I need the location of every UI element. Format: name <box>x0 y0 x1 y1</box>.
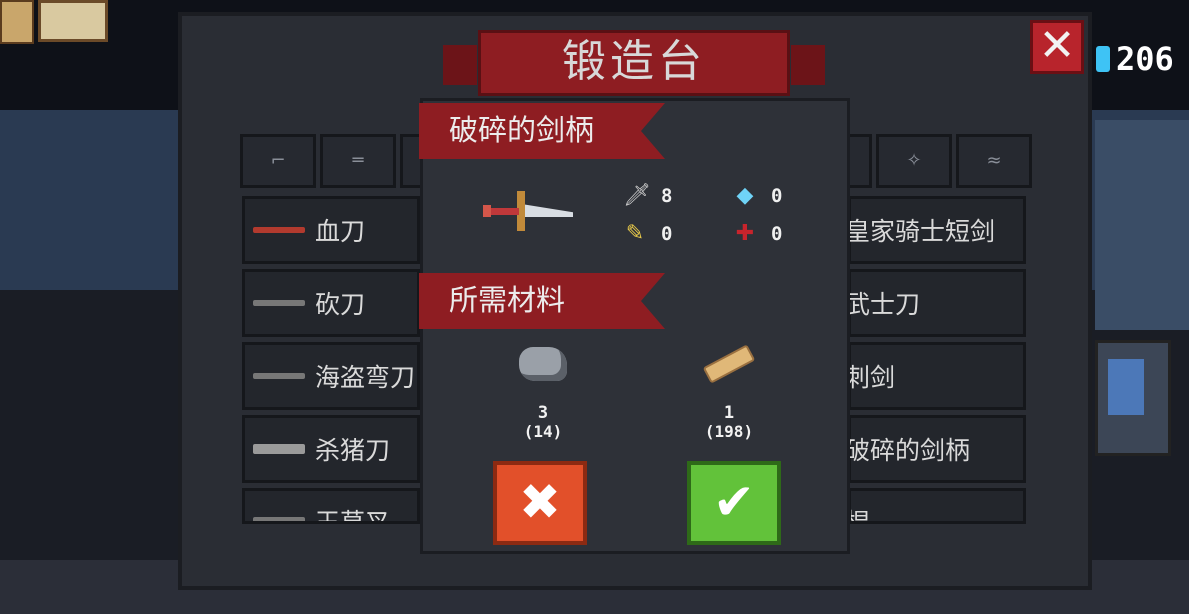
list-item[interactable]: 武士刀 <box>845 269 1026 337</box>
weapon-label: 皇家骑士短剑 <box>845 217 996 246</box>
machine-screen <box>1108 359 1144 415</box>
crit-value: 0 <box>661 223 673 245</box>
forge-detail-popup: 破碎的剑柄 🗡 8 ◆ 0 ✎ 0 ✚ 0 所需材料 3 (14) 1 (198… <box>419 98 850 554</box>
material-owned: (198) <box>704 422 754 441</box>
pitchfork-icon <box>253 517 305 521</box>
weapon-label: 刺剑 <box>845 363 896 392</box>
close-button[interactable]: ✕ <box>1030 20 1084 74</box>
cancel-button[interactable]: ✖ <box>493 461 587 545</box>
tab-shuriken-icon[interactable]: ✧ <box>876 134 952 188</box>
gem-icon <box>1096 46 1110 72</box>
broken-sword-hilt-icon <box>483 191 575 231</box>
materials-ribbon: 所需材料 <box>419 273 665 329</box>
damage-stat: 🗡 8 <box>623 183 672 209</box>
weapon-label: 棍 <box>851 503 870 521</box>
list-item[interactable]: 皇家骑士短剑 <box>845 196 1026 264</box>
weapon-label: 砍刀 <box>315 290 366 319</box>
weapon-label: 破碎的剑柄 <box>845 436 971 465</box>
wall-painting <box>38 0 108 42</box>
list-item[interactable]: 破碎的剑柄 <box>845 415 1026 483</box>
currency-amount: 206 <box>1116 40 1174 78</box>
blood-blade-icon <box>253 227 305 233</box>
sword-pommel <box>483 205 491 217</box>
tab-pistol-icon[interactable]: ⌐ <box>240 134 316 188</box>
sword-hilt <box>487 208 519 215</box>
weapon-label: 杀猪刀 <box>315 436 391 465</box>
crit-icon: ✎ <box>625 221 645 246</box>
weapon-list-right: 皇家骑士短剑 武士刀 刺剑 破碎的剑柄 棍 <box>845 196 1026 529</box>
wood-log-icon <box>702 344 756 384</box>
weapon-label: 王草叉 <box>315 508 391 524</box>
list-item[interactable]: 王草叉 <box>242 488 420 524</box>
weapon-list-left: 血刀 砍刀 海盗弯刀 杀猪刀 王草叉 <box>242 196 420 529</box>
weapon-label: 血刀 <box>315 217 366 246</box>
iron-ore-icon <box>519 347 567 381</box>
energy-crystal-icon: ◆ <box>736 183 754 208</box>
material-wood: 1 (198) <box>689 344 769 441</box>
accuracy-value: 0 <box>771 223 783 245</box>
material-owned: (14) <box>523 422 563 441</box>
material-iron-ore: 3 (14) <box>503 347 583 441</box>
background-pillar <box>1095 120 1189 330</box>
cutlass-icon <box>253 373 305 379</box>
accuracy-stat: ✚ 0 <box>733 221 783 247</box>
weapon-label: 武士刀 <box>845 290 921 319</box>
sword-blade <box>523 204 573 217</box>
list-item[interactable]: 砍刀 <box>242 269 420 337</box>
damage-value: 8 <box>661 185 673 207</box>
item-name-ribbon: 破碎的剑柄 <box>419 103 665 159</box>
tab-fish-weapon-icon[interactable]: ≈ <box>956 134 1032 188</box>
accuracy-cross-icon: ✚ <box>735 221 755 246</box>
sword-damage-icon: 🗡 <box>623 183 651 208</box>
crit-stat: ✎ 0 <box>623 221 673 247</box>
tab-rifle-icon[interactable]: ═ <box>320 134 396 188</box>
energy-stat: ◆ 0 <box>733 183 783 209</box>
list-item[interactable]: 刺剑 <box>845 342 1026 410</box>
confirm-button[interactable]: ✔ <box>687 461 781 545</box>
list-item[interactable]: 杀猪刀 <box>242 415 420 483</box>
background-machine <box>1095 340 1171 456</box>
energy-value: 0 <box>771 185 783 207</box>
machete-icon <box>253 300 305 306</box>
currency-display: 206 <box>1096 40 1174 78</box>
material-required: 1 <box>723 403 735 423</box>
page-title: 锻造台 <box>443 30 825 96</box>
material-required: 3 <box>537 403 549 423</box>
list-item[interactable]: 海盗弯刀 <box>242 342 420 410</box>
weapon-label: 海盗弯刀 <box>315 363 416 392</box>
wall-picture <box>0 0 34 44</box>
list-item[interactable]: 棍 <box>848 488 1026 524</box>
list-item[interactable]: 血刀 <box>242 196 420 264</box>
butcher-knife-icon <box>253 444 305 454</box>
